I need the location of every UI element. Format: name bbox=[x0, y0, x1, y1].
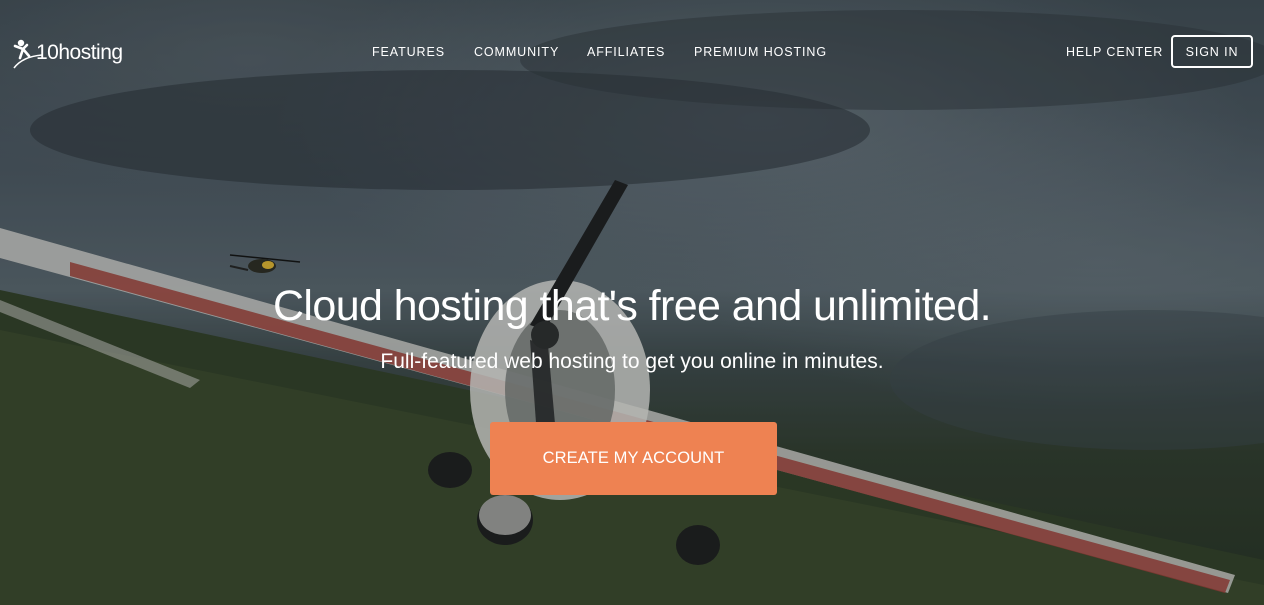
sign-in-button[interactable]: SIGN IN bbox=[1171, 35, 1253, 68]
nav-community[interactable]: COMMUNITY bbox=[474, 45, 559, 59]
nav-help-center[interactable]: HELP CENTER bbox=[1066, 45, 1163, 59]
nav-premium-hosting[interactable]: PREMIUM HOSTING bbox=[694, 45, 827, 59]
main-nav: FEATURES COMMUNITY AFFILIATES PREMIUM HO… bbox=[0, 45, 1264, 61]
create-account-button[interactable]: CREATE MY ACCOUNT bbox=[490, 422, 777, 495]
hero-subheadline: Full-featured web hosting to get you onl… bbox=[380, 350, 884, 373]
nav-affiliates[interactable]: AFFILIATES bbox=[587, 45, 665, 59]
hero-headline: Cloud hosting that's free and unlimited. bbox=[272, 282, 992, 330]
nav-features[interactable]: FEATURES bbox=[372, 45, 445, 59]
hero-section: 10hosting FEATURES COMMUNITY AFFILIATES … bbox=[0, 0, 1264, 605]
